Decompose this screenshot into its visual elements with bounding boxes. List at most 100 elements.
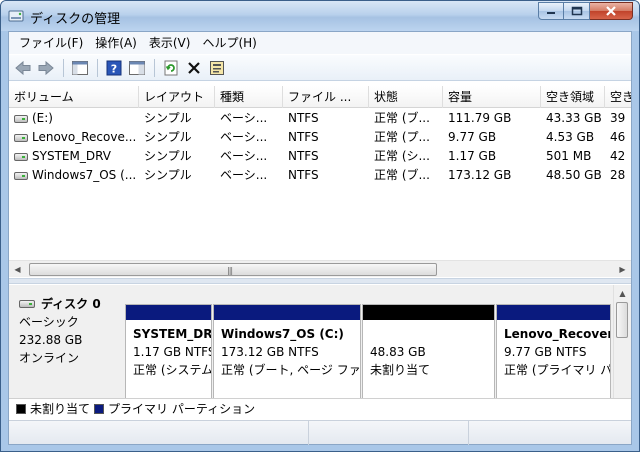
partition-status: 未割り当て <box>370 363 431 377</box>
volume-cell: Lenovo_Recove... <box>9 128 139 147</box>
legend-label: プライマリ パーティション <box>108 402 256 416</box>
window-title: ディスクの管理 <box>30 12 121 27</box>
partition-status: 正常 (ブート, ページ ファイ <box>221 363 360 377</box>
console-tree-button[interactable] <box>69 57 91 79</box>
disk-icon <box>19 300 35 308</box>
partition-size: 173.12 GB NTFS <box>221 345 319 359</box>
partition-size: 48.83 GB <box>370 345 426 359</box>
scroll-left-arrow-icon[interactable]: ◀ <box>9 261 26 278</box>
partition-type-bar <box>126 305 211 321</box>
free-percent-cell: 42 <box>610 149 626 163</box>
volume-name: SYSTEM_DRV <box>32 149 111 163</box>
vertical-scroll-thumb[interactable] <box>616 302 628 338</box>
delete-icon <box>188 61 200 74</box>
status-cell: 正常 (プ... <box>374 130 430 144</box>
disk-management-window: ディスクの管理 ファイル(F) 操作(A) 表示(V) ヘルプ(H) ? ボリュ… <box>0 0 640 452</box>
column-free-space[interactable]: 空き領域 <box>541 86 605 108</box>
column-free-percent[interactable]: 空き <box>605 86 631 108</box>
column-type[interactable]: 種類 <box>215 86 283 108</box>
partition-system-drv[interactable]: SYSTEM_DRV 1.17 GB NTFS 正常 (システム <box>125 304 212 405</box>
filesystem-cell: NTFS <box>288 111 319 125</box>
legend: 未割り当て プライマリ パーティション <box>9 398 631 418</box>
disk-name: ディスク 0 <box>41 297 101 311</box>
properties-pane-icon <box>210 60 224 75</box>
help-icon: ? <box>106 60 122 75</box>
column-status[interactable]: 状態 <box>369 86 443 108</box>
properties-icon <box>129 60 145 75</box>
volume-icon <box>14 153 28 161</box>
minimize-icon <box>547 12 555 14</box>
menu-view[interactable]: 表示(V) <box>143 33 197 53</box>
menu-file[interactable]: ファイル(F) <box>13 33 89 53</box>
free-percent-cell: 39 <box>610 111 626 125</box>
refresh-button[interactable] <box>160 57 182 79</box>
forward-button[interactable] <box>35 57 57 79</box>
disk-info[interactable]: ディスク 0 ベーシック 232.88 GB オンライン <box>13 295 123 399</box>
disk-graphical-view: ディスク 0 ベーシック 232.88 GB オンライン SYSTEM_DRV … <box>9 285 631 405</box>
free-space-cell: 4.53 GB <box>546 130 595 144</box>
volume-list-header: ボリューム レイアウト 種類 ファイル ... 状態 容量 空き領域 空き <box>9 86 631 108</box>
column-layout[interactable]: レイアウト <box>139 86 215 108</box>
status-cell: 正常 (ブ... <box>374 168 430 182</box>
column-filesystem[interactable]: ファイル ... <box>283 86 369 108</box>
back-button[interactable] <box>12 57 34 79</box>
horizontal-scrollbar[interactable]: ◀ ||| ▶ <box>9 260 631 277</box>
disk-management-icon <box>8 10 24 22</box>
forward-arrow-icon <box>38 60 54 75</box>
table-row[interactable]: Windows7_OS (... シンプル ベーシ... NTFS 正常 (ブ.… <box>9 166 631 185</box>
volume-cell: SYSTEM_DRV <box>9 147 139 166</box>
partition-unallocated[interactable]: 48.83 GB 未割り当て <box>362 304 495 405</box>
menu-action[interactable]: 操作(A) <box>89 33 143 53</box>
disk-size: 232.88 GB <box>19 333 83 347</box>
partition-title: Windows7_OS (C:) <box>221 327 344 341</box>
partition-title: SYSTEM_DRV <box>133 327 211 341</box>
volume-name: Windows7_OS (... <box>32 168 137 182</box>
free-percent-cell: 28 <box>610 168 626 182</box>
maximize-icon <box>571 6 582 16</box>
partition-title: Lenovo_Recovery <box>504 327 610 341</box>
partition-size: 9.77 GB NTFS <box>504 345 587 359</box>
maximize-button[interactable] <box>564 2 590 20</box>
partition-type-bar <box>363 305 494 321</box>
legend-swatch-unallocated <box>16 403 26 414</box>
filesystem-cell: NTFS <box>288 130 319 144</box>
partition-status: 正常 (システム <box>133 363 211 377</box>
menu-help[interactable]: ヘルプ(H) <box>196 33 262 53</box>
properties-button[interactable] <box>126 57 148 79</box>
column-capacity[interactable]: 容量 <box>443 86 541 108</box>
scroll-up-arrow-icon[interactable]: ▲ <box>614 285 631 301</box>
volume-list: ボリューム レイアウト 種類 ファイル ... 状態 容量 空き領域 空き (E… <box>9 86 631 258</box>
properties-pane-button[interactable] <box>206 57 228 79</box>
column-volume[interactable]: ボリューム <box>9 86 139 108</box>
close-button[interactable] <box>590 2 633 20</box>
volume-icon <box>14 115 28 123</box>
table-row[interactable]: (E:) シンプル ベーシ... NTFS 正常 (ブ... 111.79 GB… <box>9 109 631 128</box>
filesystem-cell: NTFS <box>288 168 319 182</box>
help-button[interactable]: ? <box>103 57 125 79</box>
minimize-button[interactable] <box>538 2 564 20</box>
horizontal-scroll-thumb[interactable]: ||| <box>29 263 437 276</box>
legend-swatch-primary <box>94 403 105 414</box>
partition-windows7-os[interactable]: Windows7_OS (C:) 173.12 GB NTFS 正常 (ブート,… <box>213 304 361 405</box>
title-bar[interactable]: ディスクの管理 <box>1 1 639 31</box>
partition-type-bar <box>214 305 360 321</box>
refresh-icon <box>164 60 178 75</box>
type-cell: ベーシ... <box>220 149 268 163</box>
volume-cell: (E:) <box>9 109 139 128</box>
toolbar-separator <box>154 58 155 77</box>
toolbar-separator <box>63 58 64 77</box>
status-cell: 正常 (シ... <box>374 149 430 163</box>
table-row[interactable]: Lenovo_Recove... シンプル ベーシ... NTFS 正常 (プ.… <box>9 128 631 147</box>
partition-lenovo-recovery[interactable]: Lenovo_Recovery 9.77 GB NTFS 正常 (プライマリ パ <box>496 304 611 405</box>
free-space-cell: 501 MB <box>546 149 592 163</box>
delete-button[interactable] <box>183 57 205 79</box>
partition-type-bar <box>497 305 610 321</box>
layout-cell: シンプル <box>144 130 192 144</box>
table-row[interactable]: SYSTEM_DRV シンプル ベーシ... NTFS 正常 (シ... 1.1… <box>9 147 631 166</box>
volume-icon <box>14 172 28 180</box>
vertical-scrollbar[interactable]: ▲ <box>613 285 630 405</box>
disk-status: オンライン <box>19 351 80 365</box>
pane-splitter[interactable] <box>9 278 631 284</box>
partition-status: 正常 (プライマリ パ <box>504 363 610 377</box>
scroll-right-arrow-icon[interactable]: ▶ <box>614 261 631 278</box>
